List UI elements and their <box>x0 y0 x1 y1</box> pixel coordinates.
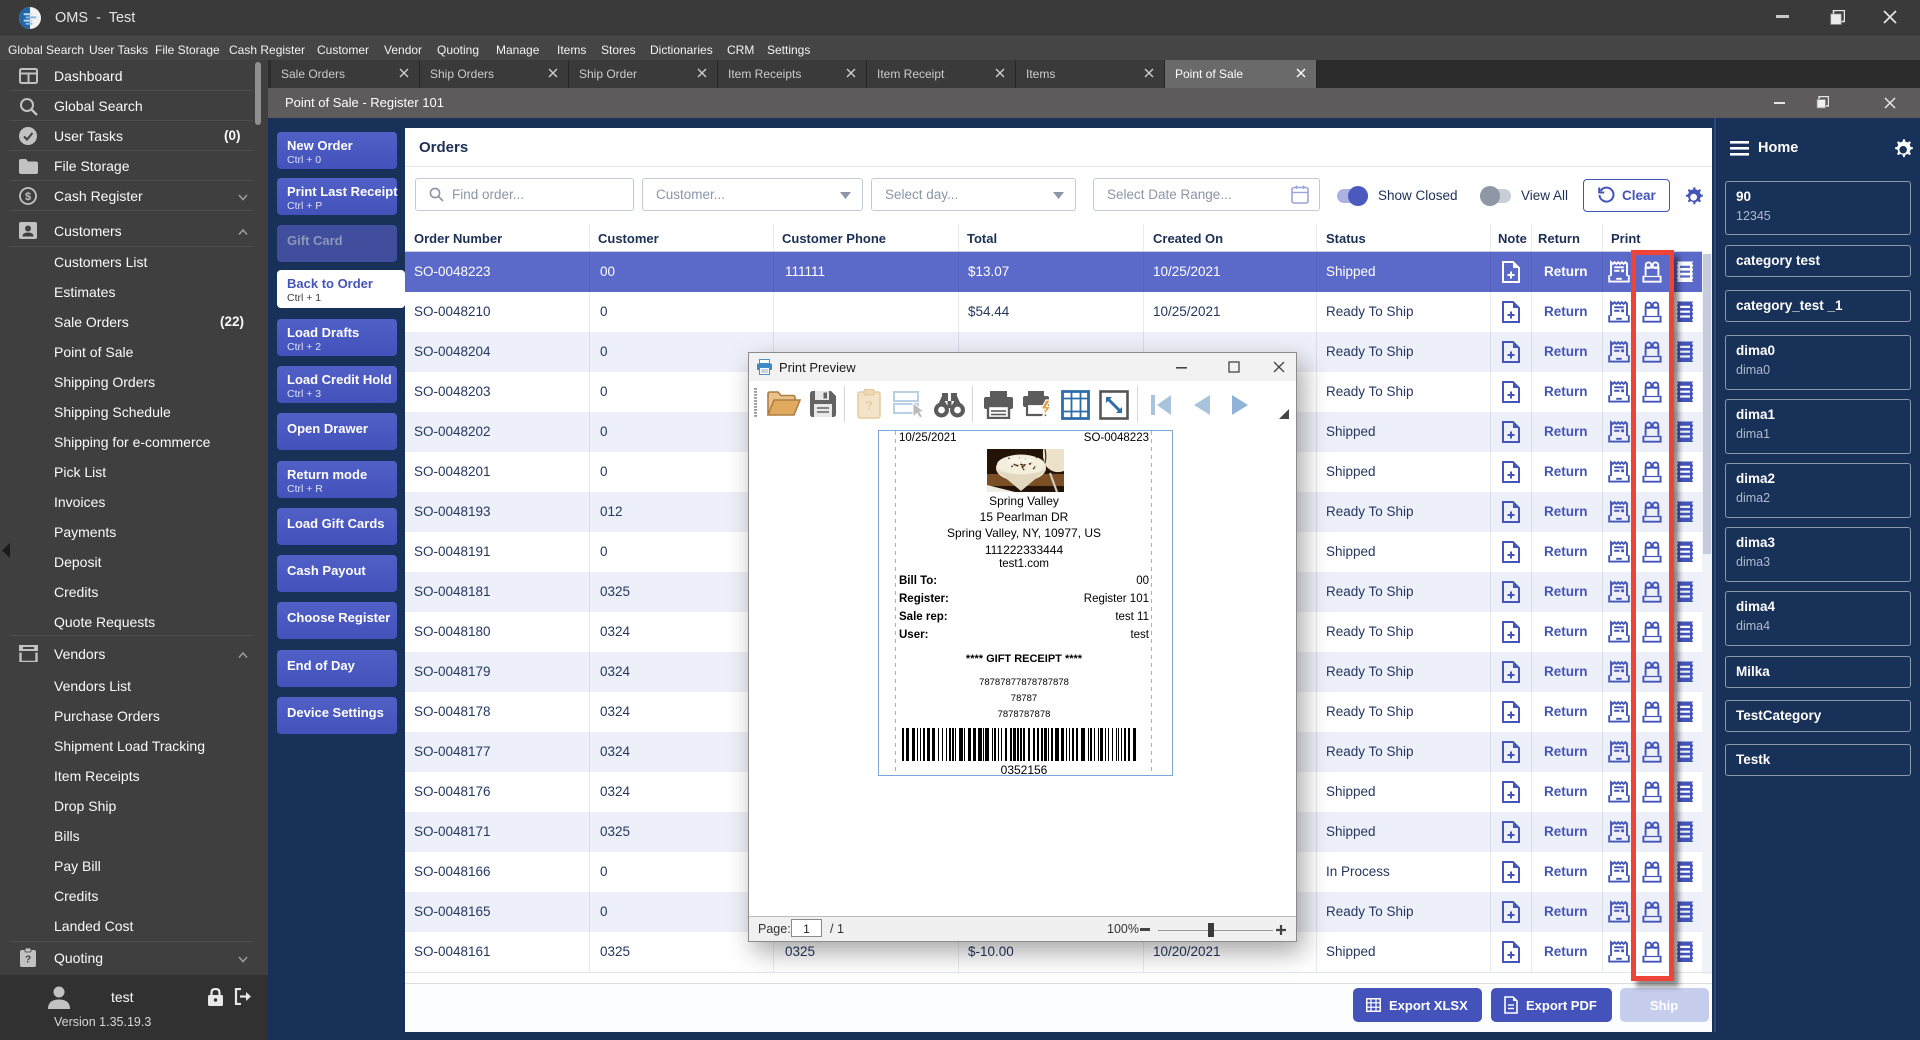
svg-text:?: ? <box>25 955 31 966</box>
svg-text:?: ? <box>865 398 873 413</box>
svg-text:$: $ <box>25 191 31 203</box>
